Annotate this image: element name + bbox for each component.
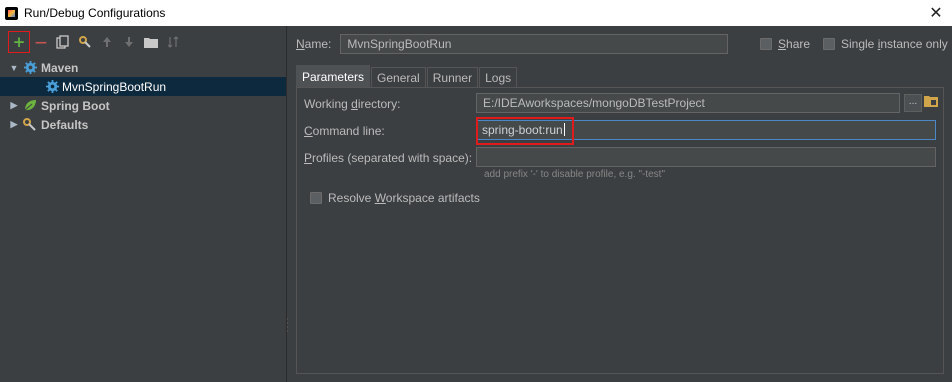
close-icon[interactable]: ✕ [926,3,946,23]
gear-icon [22,61,38,75]
move-down-button[interactable] [118,31,140,53]
tab-parameters[interactable]: Parameters [296,65,371,87]
copy-configuration-button[interactable] [52,31,74,53]
module-folder-icon[interactable] [924,94,938,108]
parameters-tab-content: Working directory: E:/IDEAworkspaces/mon… [296,87,944,374]
share-checkbox-box[interactable] [760,38,772,50]
defaults-wrench-icon [22,118,38,132]
resolve-workspace-label: Resolve Workspace artifacts [328,191,480,205]
edit-defaults-button[interactable] [74,31,96,53]
gear-icon [44,80,60,94]
expand-arrow-icon[interactable]: ▼ [6,63,22,73]
command-line-value: spring-boot:run [482,123,565,137]
name-label: Name: [296,37,332,51]
sort-button[interactable] [162,31,184,53]
working-directory-input[interactable]: E:/IDEAworkspaces/mongoDBTestProject [476,93,900,113]
text-caret [563,123,565,136]
tree-toolbar: + — [0,26,286,58]
minus-icon: — [35,35,47,49]
remove-configuration-button[interactable]: — [30,31,52,53]
spring-leaf-icon [22,99,38,113]
add-configuration-button[interactable]: + [8,31,30,53]
share-label: Share [778,37,811,51]
window-title: Run/Debug Configurations [24,6,166,20]
profiles-row: Profiles (separated with space): [304,151,472,165]
configurations-tree: ▼ Maven MvnSpringBootRun ▶ Spring Boot ▶… [0,58,286,134]
folder-button[interactable] [140,31,162,53]
arrow-up-icon [103,37,111,47]
command-line-row: Command line: [304,124,385,138]
tab-general[interactable]: General [371,67,426,87]
arrow-down-icon [125,37,133,47]
title-bar: Run/Debug Configurations ✕ [0,0,952,26]
sort-icon [167,36,179,48]
expand-arrow-icon[interactable]: ▶ [6,119,22,130]
single-instance-label: Single instance only [841,37,948,51]
tree-label-spring-boot: Spring Boot [41,98,110,113]
tree-node-mvnspringbootrun[interactable]: MvnSpringBootRun [0,77,286,96]
tree-node-defaults[interactable]: ▶ Defaults [0,115,286,134]
configurations-tree-panel: + — ▼ Maven MvnSpringBootRun ▶ Spring Bo… [0,26,287,382]
move-up-button[interactable] [96,31,118,53]
working-directory-row: Working directory: [304,97,401,111]
expand-arrow-icon[interactable]: ▶ [6,100,22,111]
tab-bar: Parameters General Runner Logs [296,65,518,87]
tree-label-maven: Maven [41,60,79,75]
profiles-label: Profiles (separated with space): [304,151,473,165]
name-row: Name: MvnSpringBootRun [296,34,729,54]
share-checkbox[interactable]: Share [760,37,810,51]
command-line-label: Command line: [304,124,385,138]
copy-icon [56,35,69,49]
tab-runner[interactable]: Runner [426,67,479,87]
browse-button[interactable]: ... [904,94,922,112]
tree-label-mvnspringbootrun: MvnSpringBootRun [62,79,167,94]
resolve-workspace-checkbox[interactable]: Resolve Workspace artifacts [310,191,480,205]
tree-label-defaults: Defaults [41,117,89,132]
profiles-hint: add prefix '-' to disable profile, e.g. … [484,169,666,180]
single-instance-checkbox[interactable]: Single instance only [823,37,948,51]
single-instance-checkbox-box[interactable] [823,38,835,50]
name-input[interactable]: MvnSpringBootRun [340,34,729,54]
wrench-icon [79,36,91,48]
intellij-app-icon [5,6,18,20]
resolve-workspace-checkbox-box[interactable] [310,192,322,204]
folder-icon [144,38,158,48]
tab-logs[interactable]: Logs [479,67,518,87]
configuration-editor-panel: Name: MvnSpringBootRun Share Single inst… [288,26,952,382]
tree-node-maven[interactable]: ▼ Maven [0,58,286,77]
working-directory-label: Working directory: [304,97,401,111]
tree-node-spring-boot[interactable]: ▶ Spring Boot [0,96,286,115]
profiles-input[interactable] [476,147,936,167]
